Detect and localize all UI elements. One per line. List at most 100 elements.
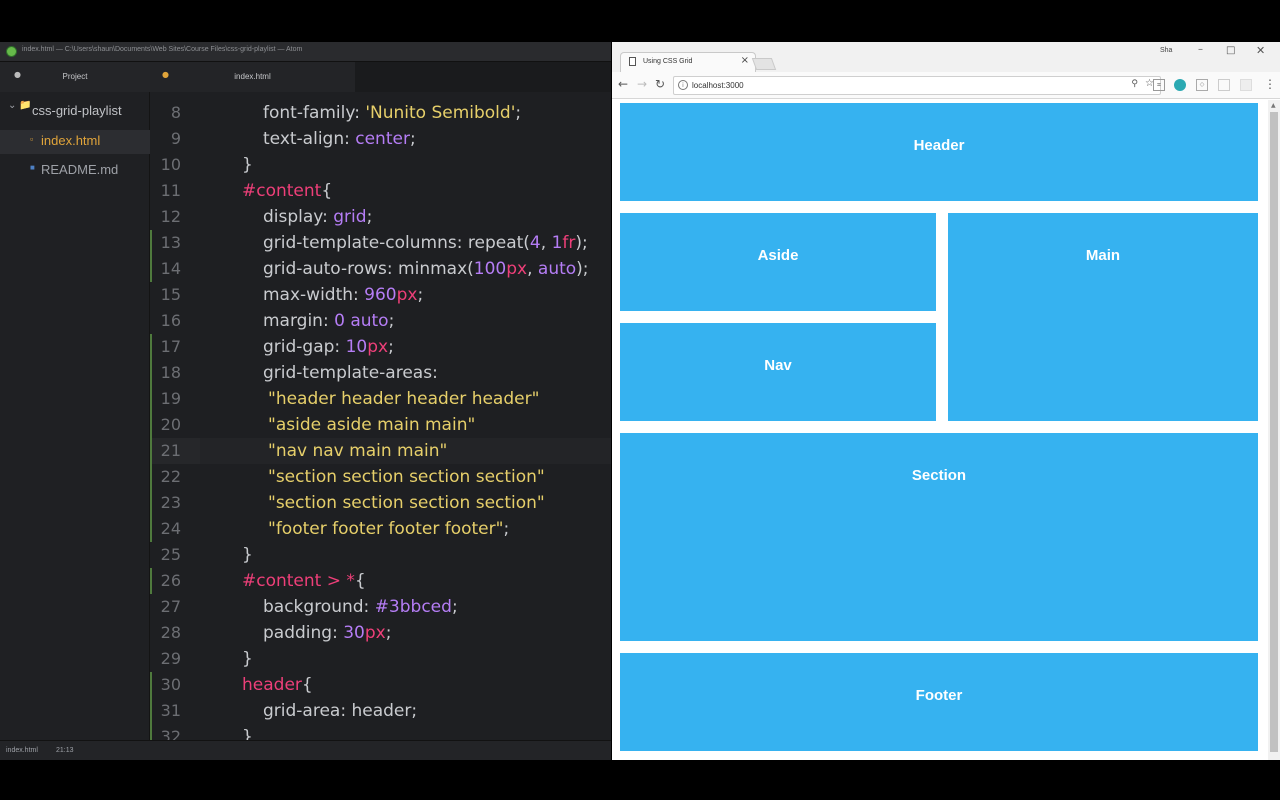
close-tab-icon[interactable]: × — [741, 55, 749, 66]
chrome-tab-strip: Using CSS Grid × Sha – □ ✕ — [612, 42, 1280, 72]
code-line[interactable]: 20 "aside aside main main" — [150, 412, 611, 438]
token-val: grid — [333, 207, 367, 227]
code-line[interactable]: 11 #content{ — [150, 178, 611, 204]
code-line[interactable]: 25} — [150, 542, 611, 568]
extension-badge-icon[interactable]: ◇ — [1196, 79, 1208, 91]
code-text: grid-template-columns: repeat(4, 1fr); — [263, 230, 588, 256]
token-num: 10 — [345, 337, 368, 357]
code-line[interactable]: 19 "header header header header" — [150, 386, 611, 412]
code-line[interactable]: 13 grid-template-columns: repeat(4, 1fr); — [150, 230, 611, 256]
code-line[interactable]: 8 font-family: 'Nunito Semibold'; — [150, 100, 611, 126]
token-str: "header header header header" — [268, 389, 540, 409]
code-line[interactable]: 26 #content > *{ — [150, 568, 611, 594]
code-text: "footer footer footer footer"; — [268, 516, 509, 542]
token-prop: grid-area: header; — [263, 701, 418, 721]
line-number: 18 — [160, 363, 181, 382]
code-line[interactable]: 12 display: grid; — [150, 204, 611, 230]
chrome-menu-icon[interactable]: ⋮ — [1264, 77, 1276, 91]
code-line[interactable]: 15 max-width: 960px; — [150, 282, 611, 308]
grid-nav: Nav — [620, 323, 936, 421]
code-line[interactable]: 30 header{ — [150, 672, 611, 698]
tab-index-html[interactable]: ● index.html — [150, 62, 355, 92]
code-line[interactable]: 21 "nav nav main main" — [150, 438, 611, 464]
zoom-icon[interactable]: ⚲ — [1131, 79, 1138, 89]
token-unit: px — [367, 337, 389, 357]
browser-tab[interactable]: Using CSS Grid × — [620, 52, 756, 72]
line-number: 21 — [160, 441, 181, 460]
extension-square-icon[interactable] — [1218, 79, 1230, 91]
scroll-up-icon[interactable]: ▲ — [1271, 102, 1276, 109]
code-line[interactable]: 22 "section section section section" — [150, 464, 611, 490]
close-window-icon[interactable]: ✕ — [1256, 44, 1265, 57]
code-text: } — [242, 542, 253, 568]
token-punc: ; — [451, 597, 458, 617]
token-prop: display: — [263, 207, 334, 227]
code-line[interactable]: 27 background: #3bbced; — [150, 594, 611, 620]
tree-title[interactable]: Project — [0, 72, 150, 81]
reload-icon[interactable]: ↻ — [655, 77, 665, 91]
code-text: grid-auto-rows: minmax(100px, auto); — [263, 256, 589, 282]
profile-name[interactable]: Sha — [1160, 47, 1172, 54]
grid-footer: Footer — [620, 653, 1258, 751]
atom-titlebar[interactable]: index.html — C:\Users\shaun\Documents\We… — [0, 42, 611, 62]
token-punc: ; — [385, 623, 392, 643]
code-line[interactable]: 9 text-align: center; — [150, 126, 611, 152]
grid-nav-label: Nav — [764, 357, 792, 374]
line-number: 9 — [170, 129, 181, 148]
status-file-name[interactable]: index.html — [6, 747, 38, 754]
code-line[interactable]: 10} — [150, 152, 611, 178]
code-text: } — [242, 724, 253, 740]
code-text: } — [242, 646, 253, 672]
line-number: 15 — [160, 285, 181, 304]
new-tab-button[interactable] — [751, 58, 777, 70]
line-number: 10 — [160, 155, 181, 174]
scroll-thumb[interactable] — [1270, 112, 1278, 752]
token-prop: text-align: — [263, 129, 356, 149]
token-prop: font-family: — [263, 103, 366, 123]
code-line[interactable]: 29} — [150, 646, 611, 672]
code-line[interactable]: 28 padding: 30px; — [150, 620, 611, 646]
code-text: background: #3bbced; — [263, 594, 458, 620]
token-num: 1 — [551, 233, 563, 253]
markdown-file-icon: ■ — [30, 163, 35, 172]
tree-file-label: README.md — [41, 162, 119, 177]
grid-main: Main — [948, 213, 1258, 421]
code-line[interactable]: 14 grid-auto-rows: minmax(100px, auto); — [150, 256, 611, 282]
token-punc: ; — [409, 129, 416, 149]
tree-file-index-html[interactable]: ▫ index.html — [0, 130, 150, 154]
code-text: font-family: 'Nunito Semibold'; — [263, 100, 521, 126]
info-icon[interactable]: i — [678, 80, 688, 90]
code-line[interactable]: 17 grid-gap: 10px; — [150, 334, 611, 360]
code-line[interactable]: 24 "footer footer footer footer"; — [150, 516, 611, 542]
address-bar[interactable]: i localhost:3000 ⚲ ☆ — [673, 76, 1161, 95]
address-url[interactable]: localhost:3000 — [692, 81, 744, 90]
minimize-icon[interactable]: – — [1198, 44, 1203, 55]
extension-faded-icon[interactable] — [1240, 79, 1252, 91]
tree-folder-css-grid-playlist[interactable]: ⌄ 📁 css-grid-playlist — [0, 100, 150, 124]
code-text: header{ — [242, 672, 313, 698]
code-line[interactable]: 32} — [150, 724, 611, 740]
screen: index.html — C:\Users\shaun\Documents\We… — [0, 0, 1280, 800]
code-line[interactable]: 16 margin: 0 auto; — [150, 308, 611, 334]
token-val: #3bbced — [374, 597, 452, 617]
code-text: "section section section section" — [268, 464, 545, 490]
code-line[interactable]: 18 grid-template-areas: — [150, 360, 611, 386]
tree-file-readme-md[interactable]: ■ README.md — [0, 159, 150, 183]
maximize-icon[interactable]: □ — [1226, 45, 1235, 56]
code-line[interactable]: 23 "section section section section" — [150, 490, 611, 516]
token-unit: fr — [562, 233, 576, 253]
extension-grid-icon[interactable]: ⌗ — [1153, 79, 1165, 91]
page-scrollbar[interactable]: ▲ — [1268, 100, 1280, 760]
code-text: margin: 0 auto; — [263, 308, 394, 334]
token-punc: ; — [388, 337, 394, 357]
token-prop: padding: — [263, 623, 344, 643]
code-line[interactable]: 31 grid-area: header; — [150, 698, 611, 724]
code-editor[interactable]: 8 font-family: 'Nunito Semibold'; 9 text-al… — [150, 92, 611, 740]
back-arrow-icon[interactable]: ← — [618, 77, 628, 91]
status-cursor-position[interactable]: 21:13 — [56, 747, 74, 754]
atom-window: index.html — C:\Users\shaun\Documents\We… — [0, 42, 611, 760]
forward-arrow-icon[interactable]: → — [637, 77, 647, 91]
extension-teal-icon[interactable] — [1174, 79, 1186, 91]
project-tree: ● Project ⌄ 📁 css-grid-playlist ▫ index.… — [0, 62, 150, 740]
token-str: "nav nav main main" — [268, 441, 448, 461]
